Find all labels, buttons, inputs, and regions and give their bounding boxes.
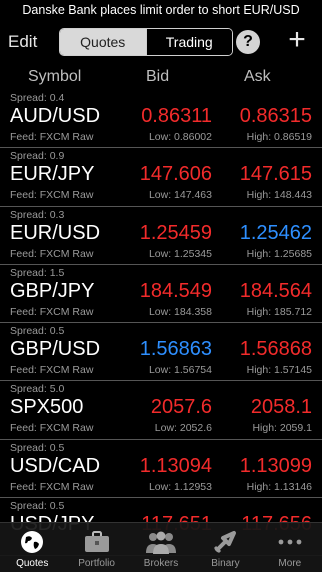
edit-button[interactable]: Edit bbox=[8, 32, 37, 52]
tab-brokers[interactable]: Brokers bbox=[129, 523, 193, 572]
column-ask: Ask bbox=[244, 68, 271, 85]
feed-label: Feed: FXCM Raw bbox=[10, 364, 94, 377]
navigation-bar: Edit Quotes Trading ? + bbox=[0, 20, 322, 66]
tab-binary-label: Binary bbox=[211, 558, 240, 569]
ask-price[interactable]: 1.13099 bbox=[240, 455, 312, 478]
symbol-label: AUD/USD bbox=[10, 105, 101, 127]
spread-label: Spread: 0.5 bbox=[10, 325, 65, 338]
feed-label: Feed: FXCM Raw bbox=[10, 305, 94, 318]
briefcase-icon bbox=[84, 531, 109, 552]
bid-price[interactable]: 147.606 bbox=[140, 163, 212, 186]
high-label: High: 148.443 bbox=[246, 189, 312, 202]
feed-label: Feed: FXCM Raw bbox=[10, 247, 94, 260]
binary-arrows-icon bbox=[214, 531, 237, 554]
quotes-list: Spread: 0.4 AUD/USD Feed: FXCM Raw 0.863… bbox=[0, 90, 322, 557]
column-symbol: Symbol bbox=[28, 68, 82, 85]
column-bid: Bid bbox=[146, 68, 170, 85]
spread-label: Spread: 0.3 bbox=[10, 208, 65, 221]
quote-row[interactable]: Spread: 0.5 GBP/USD Feed: FXCM Raw 1.568… bbox=[0, 323, 322, 382]
bid-price[interactable]: 1.25459 bbox=[140, 222, 212, 245]
high-label: High: 2059.1 bbox=[252, 422, 312, 435]
bid-price[interactable]: 1.56863 bbox=[140, 338, 212, 361]
quote-row[interactable]: Spread: 5.0 SPX500 Feed: FXCM Raw 2057.6… bbox=[0, 381, 322, 440]
tab-bar: Quotes Portfolio Brokers Binary More bbox=[0, 522, 322, 572]
feed-label: Feed: FXCM Raw bbox=[10, 480, 94, 493]
quote-row[interactable]: Spread: 0.5 USD/CAD Feed: FXCM Raw 1.130… bbox=[0, 440, 322, 499]
globe-icon bbox=[21, 531, 44, 553]
low-label: Low: 1.56754 bbox=[148, 364, 212, 377]
ask-price[interactable]: 184.564 bbox=[240, 280, 312, 303]
high-label: High: 1.57145 bbox=[246, 364, 312, 377]
more-dots-icon bbox=[278, 539, 302, 545]
quote-row[interactable]: Spread: 1.5 GBP/JPY Feed: FXCM Raw 184.5… bbox=[0, 265, 322, 324]
ask-price[interactable]: 1.25462 bbox=[240, 222, 312, 245]
symbol-label: GBP/USD bbox=[10, 338, 101, 361]
help-icon[interactable]: ? bbox=[236, 30, 260, 54]
low-label: Low: 184.358 bbox=[148, 305, 212, 318]
feed-label: Feed: FXCM Raw bbox=[10, 131, 94, 143]
news-ticker[interactable]: Danske Bank places limit order to short … bbox=[0, 0, 322, 20]
high-label: High: 0.86519 bbox=[246, 131, 312, 143]
spread-label: Spread: 0.4 bbox=[10, 92, 65, 104]
spread-label: Spread: 0.5 bbox=[10, 500, 65, 513]
low-label: Low: 1.12953 bbox=[148, 480, 212, 493]
tab-quotes[interactable]: Quotes bbox=[0, 523, 64, 572]
bid-price[interactable]: 2057.6 bbox=[151, 396, 212, 419]
feed-label: Feed: FXCM Raw bbox=[10, 422, 94, 435]
low-label: Low: 0.86002 bbox=[148, 131, 212, 143]
bid-price[interactable]: 184.549 bbox=[140, 280, 212, 303]
tab-more-label: More bbox=[278, 558, 302, 569]
spread-label: Spread: 0.5 bbox=[10, 441, 65, 454]
tab-binary[interactable]: Binary bbox=[193, 523, 257, 572]
quote-row[interactable]: Spread: 0.9 EUR/JPY Feed: FXCM Raw 147.6… bbox=[0, 148, 322, 207]
tab-portfolio-label: Portfolio bbox=[78, 558, 115, 569]
symbol-label: USD/CAD bbox=[10, 454, 101, 477]
ask-price[interactable]: 1.56868 bbox=[240, 338, 312, 361]
bid-price[interactable]: 0.86311 bbox=[141, 105, 212, 128]
spread-label: Spread: 1.5 bbox=[10, 266, 65, 279]
people-icon bbox=[146, 531, 177, 554]
symbol-label: EUR/JPY bbox=[10, 163, 95, 186]
feed-label: Feed: FXCM Raw bbox=[10, 189, 94, 202]
high-label: High: 185.712 bbox=[246, 305, 312, 318]
tab-brokers-label: Brokers bbox=[143, 558, 179, 569]
ask-price[interactable]: 147.615 bbox=[240, 163, 312, 186]
symbol-label: GBP/JPY bbox=[10, 279, 95, 302]
high-label: High: 1.13146 bbox=[246, 480, 312, 493]
spread-label: Spread: 5.0 bbox=[10, 383, 65, 396]
symbol-label: SPX500 bbox=[10, 396, 84, 419]
quotes-trading-segmented-control: Quotes Trading bbox=[59, 28, 233, 56]
bid-price[interactable]: 1.13094 bbox=[140, 455, 212, 478]
symbol-label: EUR/USD bbox=[10, 221, 101, 244]
quote-row[interactable]: Spread: 0.4 AUD/USD Feed: FXCM Raw 0.863… bbox=[0, 90, 322, 149]
segment-quotes[interactable]: Quotes bbox=[60, 29, 146, 55]
tab-portfolio[interactable]: Portfolio bbox=[64, 523, 128, 572]
segment-trading[interactable]: Trading bbox=[145, 29, 232, 55]
column-header: Symbol Bid Ask bbox=[0, 66, 322, 90]
ask-price[interactable]: 2058.1 bbox=[251, 396, 312, 419]
ask-price[interactable]: 0.86315 bbox=[240, 105, 312, 128]
add-icon[interactable]: + bbox=[284, 25, 310, 56]
low-label: Low: 147.463 bbox=[148, 189, 212, 202]
quote-row[interactable]: Spread: 0.3 EUR/USD Feed: FXCM Raw 1.254… bbox=[0, 207, 322, 265]
tab-quotes-label: Quotes bbox=[16, 558, 49, 569]
low-label: Low: 2052.6 bbox=[154, 422, 212, 435]
high-label: High: 1.25685 bbox=[246, 247, 312, 260]
low-label: Low: 1.25345 bbox=[148, 247, 212, 260]
tab-more[interactable]: More bbox=[258, 523, 322, 572]
spread-label: Spread: 0.9 bbox=[10, 150, 65, 163]
